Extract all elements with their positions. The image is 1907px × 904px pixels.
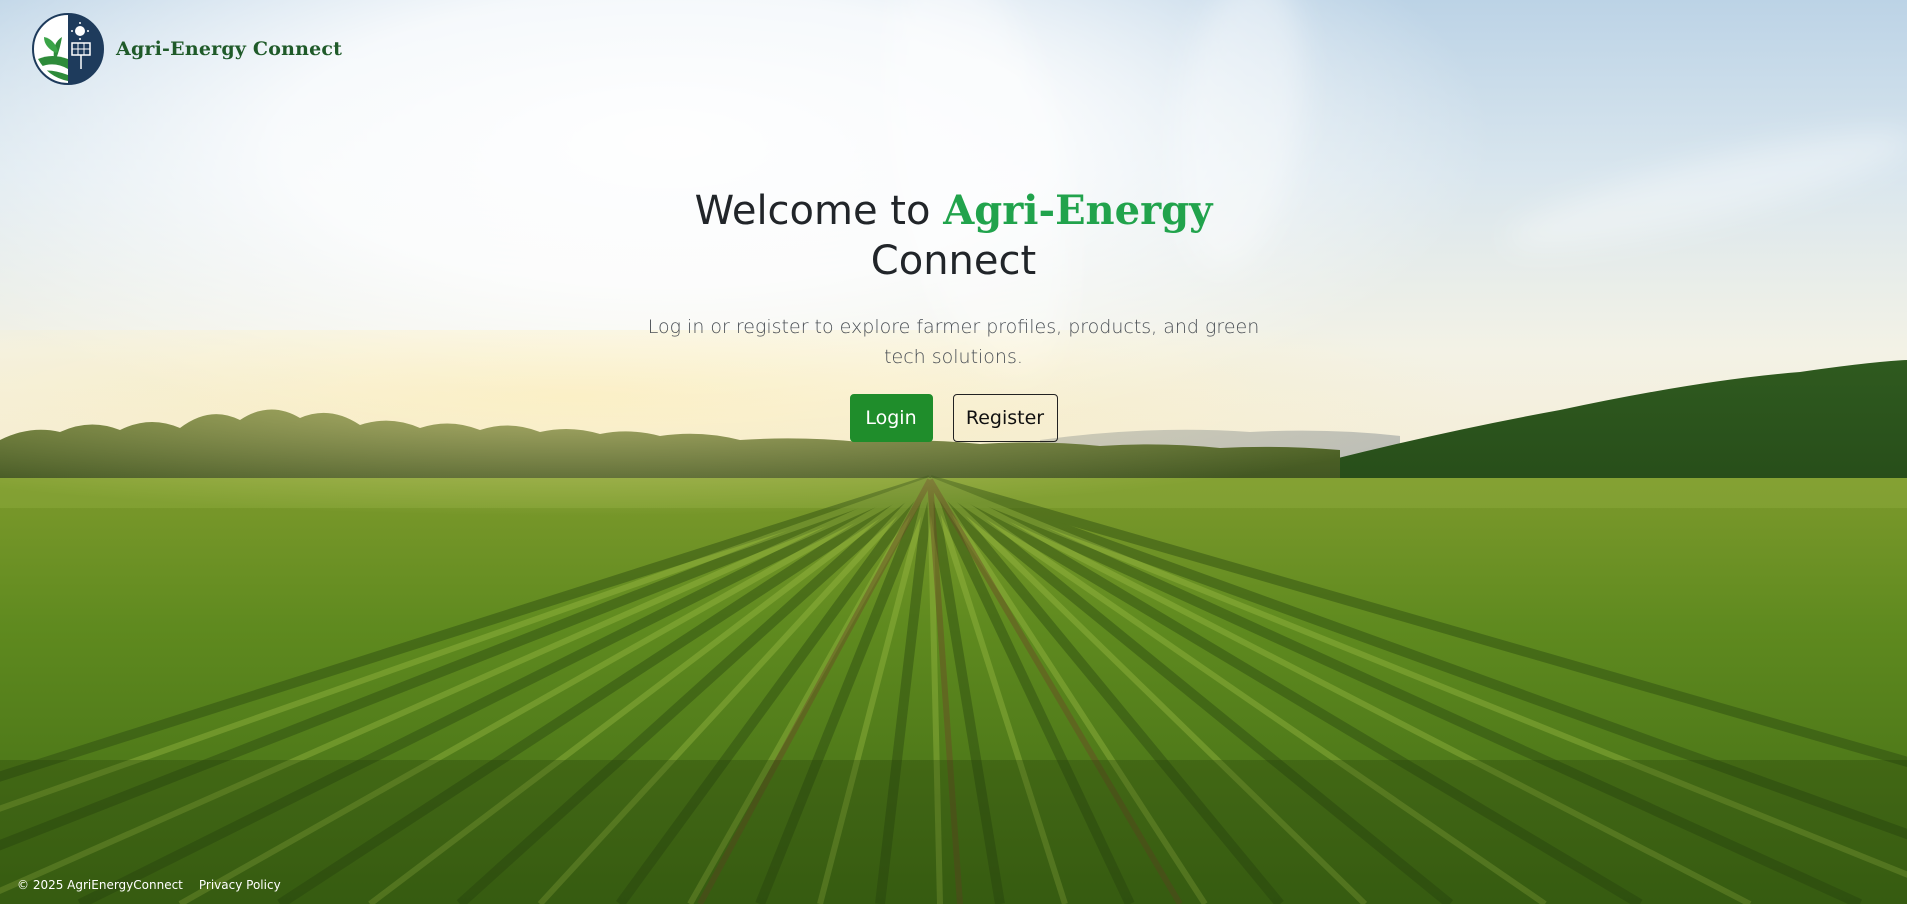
footer-copyright: © 2025 AgriEnergyConnect (17, 878, 183, 892)
hero-title-prefix: Welcome to (694, 188, 931, 234)
hero-title: Welcome to Agri-Energy Connect (0, 186, 1907, 286)
hero-title-accent: Agri-Energy (943, 187, 1213, 234)
hero-subtitle: Log in or register to explore farmer pro… (647, 316, 1260, 368)
hero-actions: Login Register (0, 394, 1907, 442)
login-button[interactable]: Login (849, 394, 933, 442)
register-button[interactable]: Register (952, 394, 1058, 442)
brand-name: Agri-Energy Connect (116, 38, 343, 60)
hero-section: Welcome to Agri-Energy Connect Log in or… (0, 186, 1907, 442)
brand-header[interactable]: Agri-Energy Connect (32, 13, 342, 85)
farm-field-background (0, 360, 1907, 904)
sprout-solar-logo-icon (32, 13, 104, 85)
footer: © 2025 AgriEnergyConnect Privacy Policy (17, 878, 281, 892)
hero-title-suffix: Connect (870, 238, 1037, 284)
landing-page: Agri-Energy Connect Welcome to Agri-Ener… (0, 0, 1907, 904)
privacy-policy-link[interactable]: Privacy Policy (199, 878, 281, 892)
